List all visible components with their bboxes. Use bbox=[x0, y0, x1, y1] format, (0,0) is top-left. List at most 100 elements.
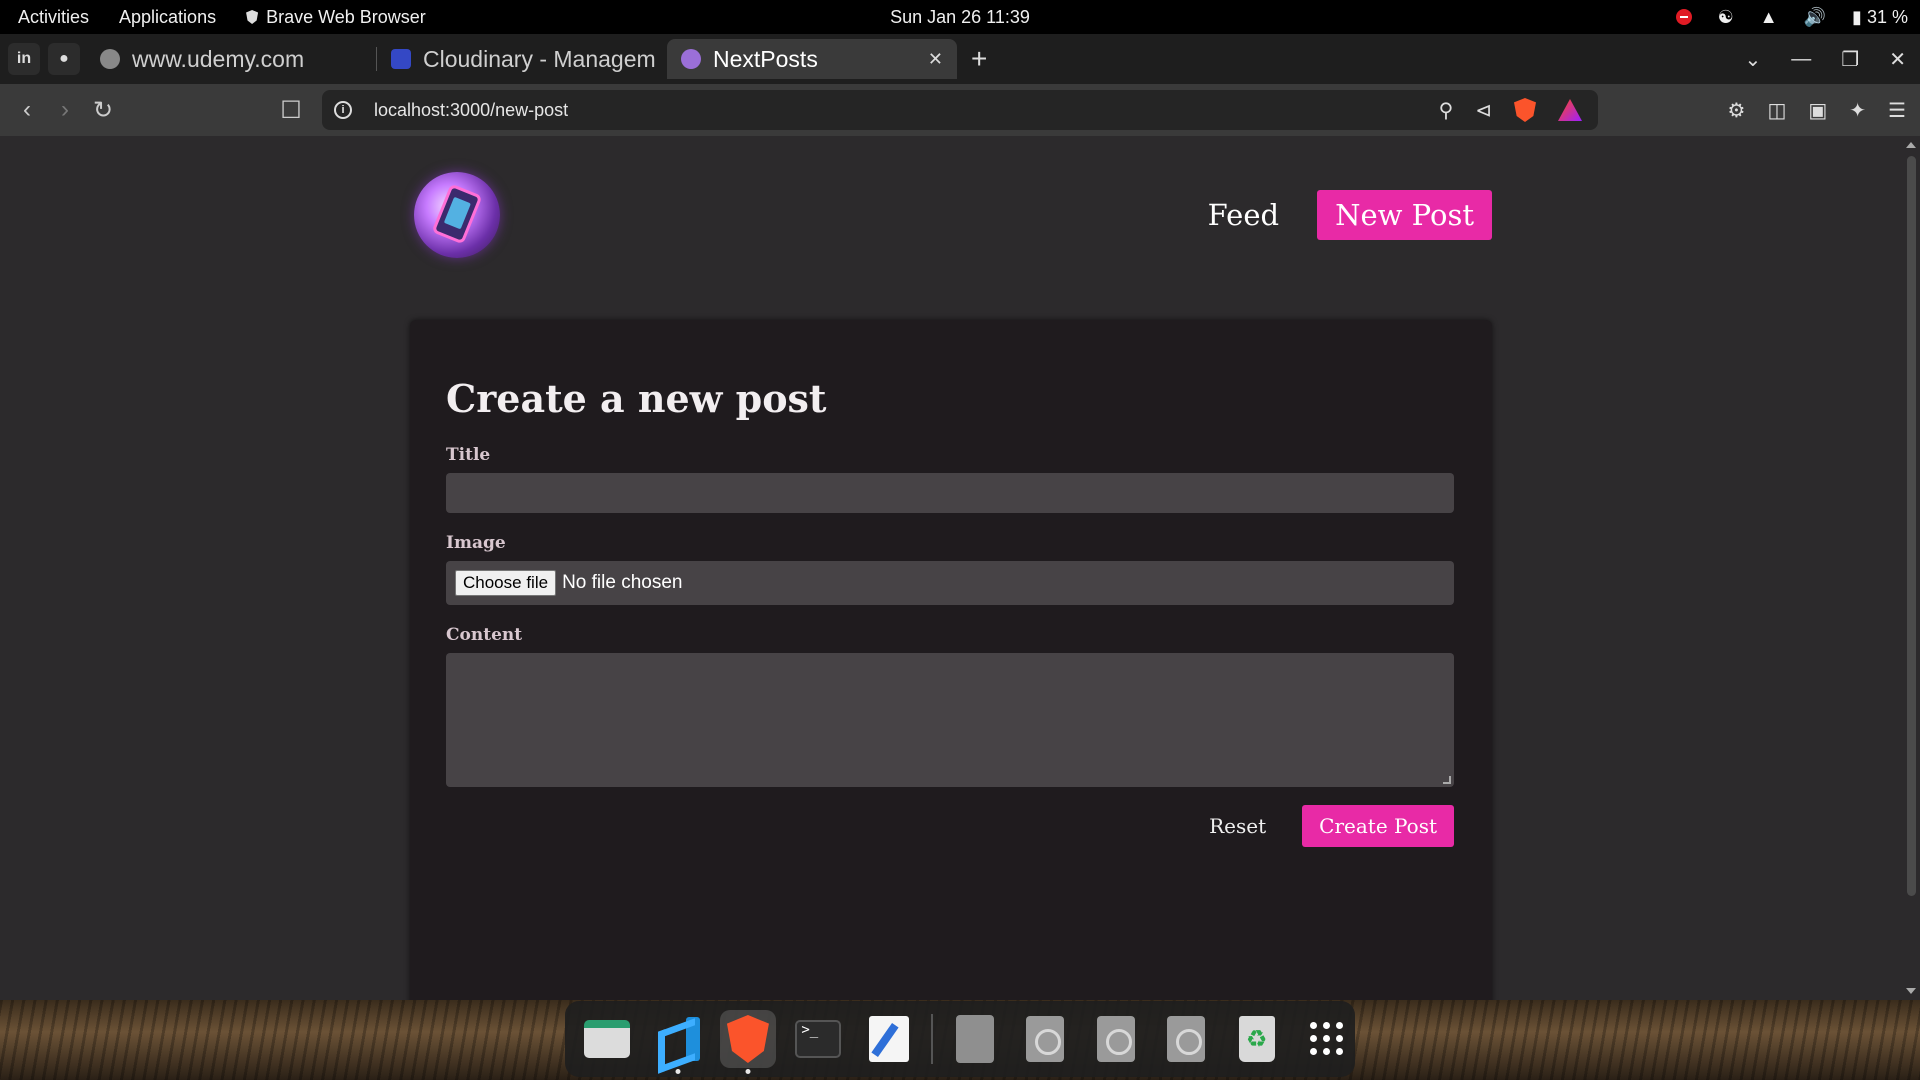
dock-files[interactable] bbox=[579, 1010, 635, 1068]
brave-shields-icon[interactable] bbox=[1514, 98, 1536, 122]
dock-terminal[interactable]: >_ bbox=[790, 1010, 846, 1068]
back-icon[interactable]: ‹ bbox=[8, 96, 46, 124]
menu-icon[interactable]: ☰ bbox=[1888, 98, 1906, 123]
dock-brave[interactable] bbox=[719, 1010, 777, 1074]
dock-disc-2[interactable] bbox=[1088, 1010, 1144, 1068]
bookmark-icon[interactable]: ☐ bbox=[272, 96, 310, 125]
scroll-down-arrow-icon[interactable] bbox=[1906, 988, 1916, 994]
content-textarea[interactable] bbox=[446, 653, 1454, 787]
brave-rewards-icon[interactable]: 1 bbox=[1558, 99, 1582, 121]
browser-toolbar: ‹ › ↻ ☐ i localhost:3000/new-post ⚲ ⊲ 1 … bbox=[0, 84, 1920, 136]
choose-file-button[interactable]: Choose file bbox=[455, 570, 557, 596]
dock-disc-1[interactable] bbox=[1017, 1010, 1073, 1068]
file-status-text: No file chosen bbox=[562, 572, 683, 593]
close-tab-icon[interactable]: ✕ bbox=[928, 49, 943, 70]
url-text[interactable]: localhost:3000/new-post bbox=[374, 100, 568, 121]
trash-icon: ♻ bbox=[1238, 1016, 1275, 1062]
image-label: Image bbox=[446, 533, 506, 553]
close-window-icon[interactable]: ✕ bbox=[1889, 47, 1906, 72]
title-label: Title bbox=[446, 445, 491, 465]
battery-percent: 31 % bbox=[1866, 6, 1908, 27]
wifi-icon[interactable]: ▲ bbox=[1760, 7, 1778, 28]
address-bar[interactable]: i localhost:3000/new-post ⚲ ⊲ 1 bbox=[322, 90, 1598, 130]
battery-icon: ▮ bbox=[1852, 6, 1862, 27]
new-tab-button[interactable]: + bbox=[971, 43, 987, 75]
tab-strip: in ● www.udemy.com Cloudinary - Managem … bbox=[0, 34, 1920, 84]
disc-icon bbox=[1096, 1016, 1135, 1062]
site-header: Feed New Post bbox=[414, 172, 1492, 258]
dock-vscode[interactable] bbox=[649, 1010, 705, 1074]
applications-menu[interactable]: Applications bbox=[119, 7, 216, 28]
page-title: Create a new post bbox=[446, 376, 827, 421]
page-scrollbar[interactable] bbox=[1902, 136, 1920, 1000]
dock-separator bbox=[930, 1014, 933, 1064]
site-nav: Feed New Post bbox=[1208, 190, 1492, 240]
dock-text-editor[interactable] bbox=[861, 1010, 917, 1068]
system-tray[interactable]: ☯ ▲ 🔊 ▮ 31 % bbox=[1675, 7, 1908, 28]
disc-icon bbox=[1026, 1016, 1065, 1062]
reload-icon[interactable]: ↻ bbox=[84, 96, 122, 125]
dock-disc-3[interactable] bbox=[1158, 1010, 1214, 1068]
running-indicator bbox=[745, 1069, 751, 1074]
nextposts-favicon bbox=[681, 49, 701, 69]
reset-button[interactable]: Reset bbox=[1209, 814, 1266, 838]
accessibility-icon[interactable]: ☯ bbox=[1718, 7, 1734, 28]
brave-icon bbox=[726, 1015, 769, 1063]
tab-nextposts[interactable]: NextPosts ✕ bbox=[667, 39, 957, 79]
leo-ai-icon[interactable]: ✦ bbox=[1849, 98, 1866, 123]
resize-handle-icon[interactable] bbox=[1443, 776, 1451, 784]
wallet-icon[interactable]: ▣ bbox=[1808, 98, 1827, 123]
dock-trash[interactable]: ♻ bbox=[1228, 1010, 1284, 1068]
title-input[interactable] bbox=[446, 473, 1454, 513]
dock-archive[interactable] bbox=[947, 1010, 1003, 1068]
phone-icon bbox=[431, 183, 483, 245]
pinned-tab-github[interactable]: ● bbox=[48, 43, 80, 75]
extensions-icon[interactable]: ⚙ bbox=[1728, 98, 1746, 123]
rewards-badge: 1 bbox=[1578, 99, 1582, 105]
toolbar-right: ⚙ ◫ ▣ ✦ ☰ bbox=[1728, 98, 1906, 123]
pinned-tab-linkedin[interactable]: in bbox=[8, 43, 40, 75]
image-file-input[interactable]: Choose file No file chosen bbox=[446, 561, 1454, 605]
battery-status[interactable]: ▮ 31 % bbox=[1852, 7, 1908, 28]
tab-title: NextPosts bbox=[713, 45, 818, 72]
forward-icon[interactable]: › bbox=[46, 96, 84, 124]
tab-search-chevron-icon[interactable]: ⌄ bbox=[1745, 47, 1762, 72]
tab-title: www.udemy.com bbox=[132, 45, 305, 72]
content-label: Content bbox=[446, 625, 523, 645]
terminal-icon: >_ bbox=[795, 1020, 842, 1058]
system-top-bar: Activities Applications Brave Web Browse… bbox=[0, 0, 1920, 34]
cloudinary-icon bbox=[391, 49, 411, 69]
nav-feed-link[interactable]: Feed bbox=[1208, 198, 1279, 232]
new-post-form: Create a new post Title Image Choose fil… bbox=[410, 320, 1492, 1000]
form-actions: Reset Create Post bbox=[446, 805, 1454, 847]
github-icon: ● bbox=[59, 50, 69, 67]
zoom-icon[interactable]: ⚲ bbox=[1439, 98, 1454, 123]
tab-title: Cloudinary - Managem bbox=[423, 45, 656, 72]
focused-app-menu[interactable]: Brave Web Browser bbox=[246, 7, 426, 28]
focused-app-label: Brave Web Browser bbox=[266, 6, 426, 27]
minimize-icon[interactable]: — bbox=[1791, 48, 1811, 71]
nav-new-post-link[interactable]: New Post bbox=[1317, 190, 1492, 240]
activities-button[interactable]: Activities bbox=[18, 7, 89, 28]
create-post-button[interactable]: Create Post bbox=[1302, 805, 1454, 847]
vscode-icon bbox=[656, 1017, 700, 1061]
volume-icon[interactable]: 🔊 bbox=[1804, 7, 1826, 28]
dock-app-grid[interactable] bbox=[1299, 1010, 1355, 1068]
scroll-up-arrow-icon[interactable] bbox=[1906, 142, 1916, 148]
site-logo[interactable] bbox=[414, 172, 500, 258]
tab-cloudinary[interactable]: Cloudinary - Managem bbox=[377, 39, 667, 79]
site-info-icon[interactable]: i bbox=[334, 101, 352, 119]
tab-udemy[interactable]: www.udemy.com bbox=[86, 39, 376, 79]
restore-icon[interactable]: ❐ bbox=[1841, 47, 1859, 72]
brave-lion-icon bbox=[246, 10, 259, 24]
disc-icon bbox=[1167, 1016, 1206, 1062]
linkedin-icon: in bbox=[16, 50, 32, 67]
share-icon[interactable]: ⊲ bbox=[1475, 98, 1492, 123]
running-indicator bbox=[675, 1069, 681, 1074]
app-grid-icon bbox=[1309, 1022, 1344, 1056]
do-not-disturb-icon[interactable] bbox=[1675, 9, 1692, 25]
clock[interactable]: Sun Jan 26 11:39 bbox=[890, 7, 1030, 28]
scrollbar-thumb[interactable] bbox=[1907, 156, 1916, 896]
sidebar-icon[interactable]: ◫ bbox=[1767, 98, 1786, 123]
globe-icon bbox=[100, 49, 120, 69]
